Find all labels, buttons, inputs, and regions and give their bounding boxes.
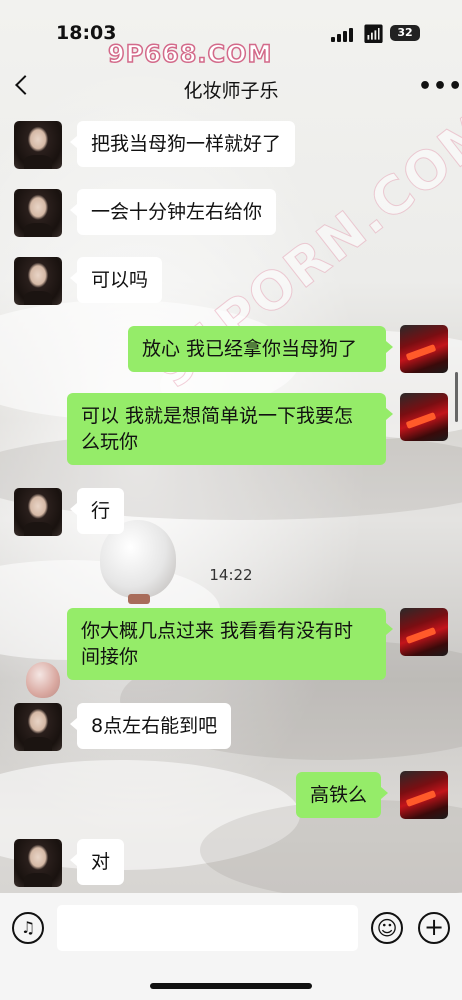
message-timestamp: 14:22 — [209, 566, 253, 584]
car-avatar[interactable] — [400, 325, 448, 373]
car-avatar[interactable] — [400, 608, 448, 656]
girl-avatar[interactable] — [14, 488, 62, 536]
message-bubble[interactable]: 把我当母狗一样就好了 — [69, 121, 296, 167]
girl-avatar[interactable] — [14, 121, 62, 169]
chat-header: 化妆师子乐 ••• — [0, 64, 462, 114]
message-bubble[interactable]: 行 — [69, 488, 125, 534]
scrollbar[interactable] — [455, 372, 458, 422]
voice-icon[interactable]: ♫ — [12, 912, 44, 944]
message-bubble[interactable]: 你大概几点过来 我看看有没有时间接你 — [67, 608, 393, 680]
message-bubble[interactable]: 一会十分钟左右给你 — [69, 189, 277, 235]
message-input[interactable] — [57, 905, 358, 951]
cellular-signal-icon — [331, 28, 353, 42]
girl-avatar[interactable] — [14, 703, 62, 751]
emoji-icon[interactable]: ☺ — [371, 912, 403, 944]
girl-avatar[interactable] — [14, 189, 62, 237]
more-options-icon[interactable]: ••• — [418, 74, 462, 99]
car-avatar[interactable] — [400, 771, 448, 819]
girl-avatar[interactable] — [14, 257, 62, 305]
message-bubble[interactable]: 可以 我就是想简单说一下我要怎么玩你 — [67, 393, 393, 465]
message-bubble[interactable]: 可以吗 — [69, 257, 163, 303]
wifi-icon: 📶︎ — [362, 24, 385, 45]
plus-icon[interactable]: + — [418, 912, 450, 944]
message-bubble[interactable]: 8点左右能到吧 — [69, 703, 232, 749]
message-bubble[interactable]: 高铁么 — [296, 772, 389, 818]
car-avatar[interactable] — [400, 393, 448, 441]
girl-avatar[interactable] — [14, 839, 62, 887]
message-bubble[interactable]: 对 — [69, 839, 125, 885]
message-bubble[interactable]: 放心 我已经拿你当母狗了 — [128, 326, 393, 372]
home-indicator — [150, 983, 312, 989]
battery-indicator: 32 — [390, 25, 420, 41]
chat-title: 化妆师子乐 — [183, 80, 279, 102]
